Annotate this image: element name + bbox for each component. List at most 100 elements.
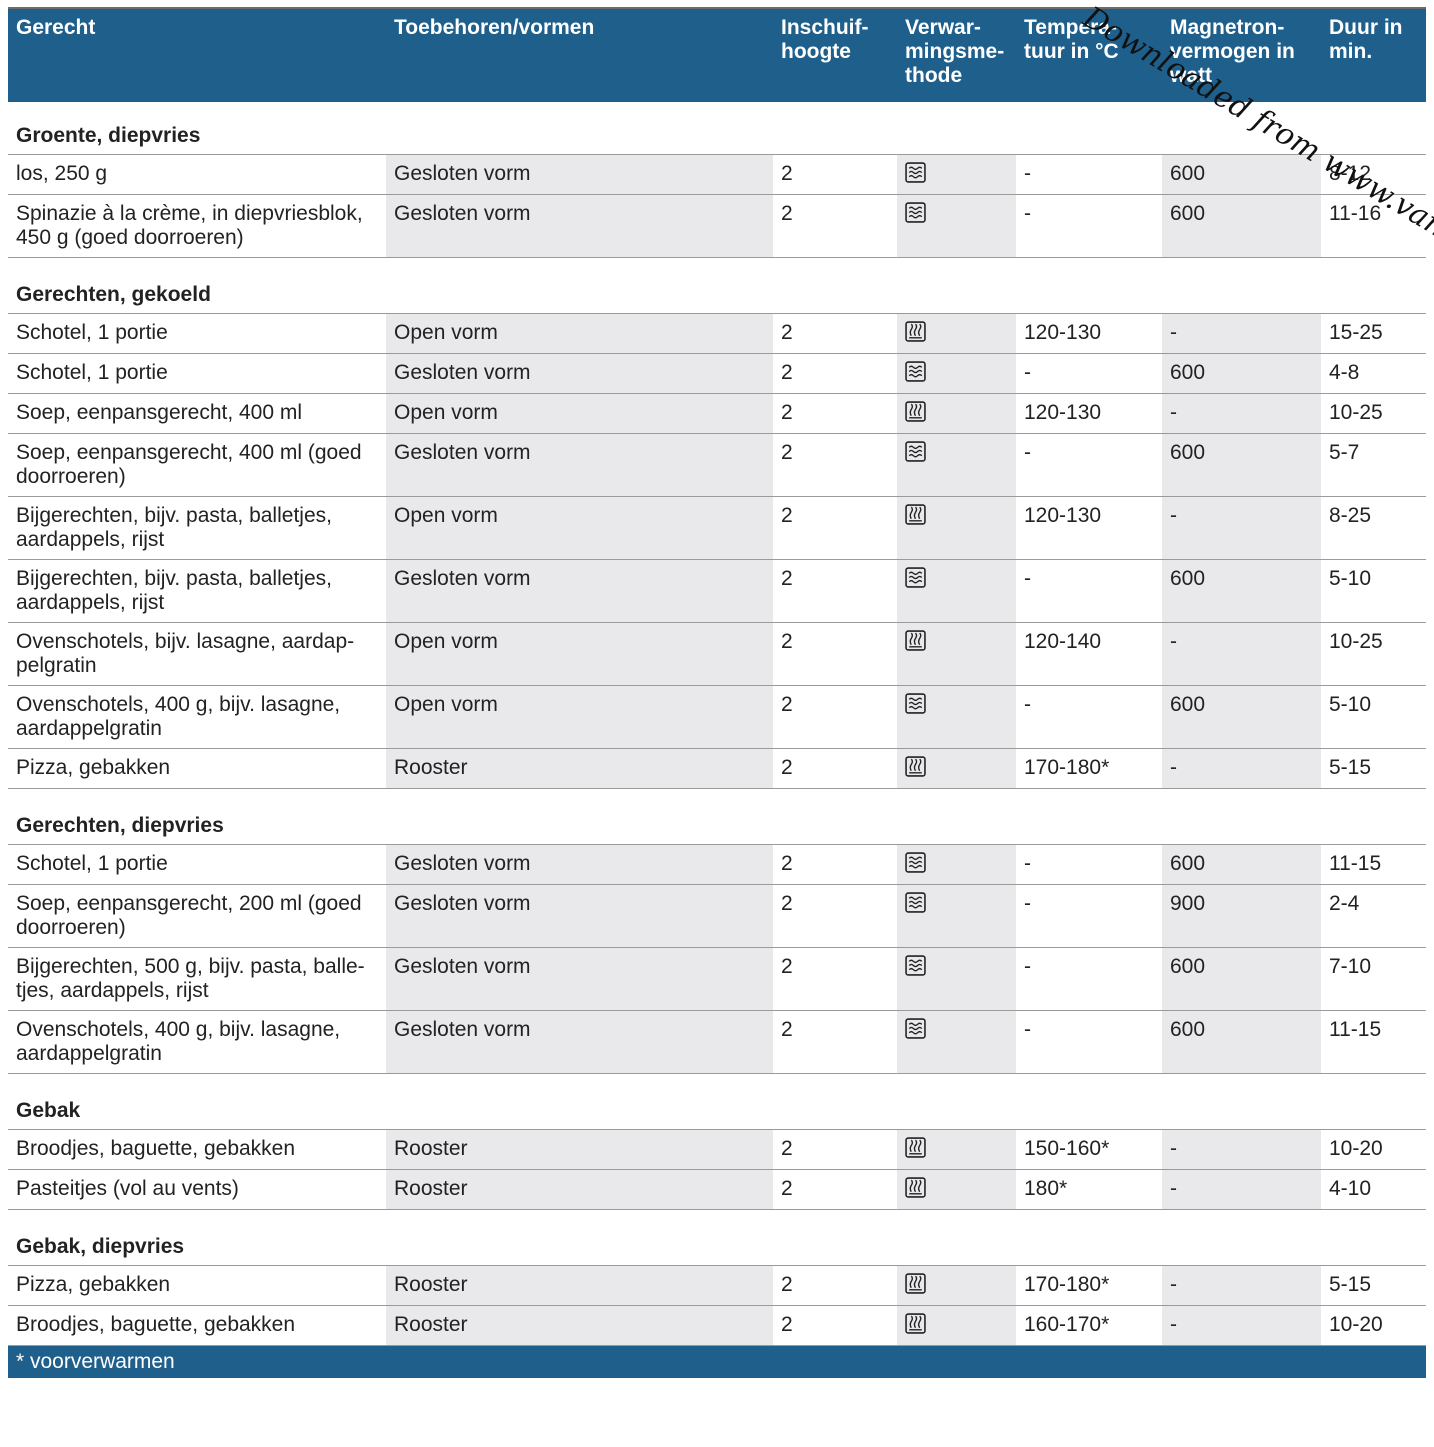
- cell-accessories: Gesloten vorm: [386, 559, 773, 623]
- section-header-row: Groente, diepvries: [8, 102, 1426, 155]
- table-row: Broodjes, baguette, gebakken Rooster 2 150-…: [8, 1129, 1426, 1170]
- cell-method: [897, 194, 1016, 258]
- cell-level: 2: [773, 748, 897, 789]
- cell-duration: 10-25: [1321, 622, 1426, 686]
- cell-temperature: 120-140: [1016, 622, 1162, 686]
- cell-dish: Pizza, gebakken: [8, 1265, 386, 1306]
- cell-power: 600: [1162, 194, 1321, 258]
- cell-level: 2: [773, 559, 897, 623]
- cell-duration: 5-15: [1321, 1265, 1426, 1306]
- cell-level: 2: [773, 685, 897, 749]
- cell-method: [897, 313, 1016, 354]
- table-row: Spinazie à la crème, in diepvriesblok, 4…: [8, 194, 1426, 258]
- cell-temperature: -: [1016, 685, 1162, 749]
- table-row: Pasteitjes (vol au vents) Rooster 2 180* -4-…: [8, 1169, 1426, 1210]
- cell-dish: Schotel, 1 portie: [8, 313, 386, 354]
- table-header-row: Gerecht Toebehoren/vormen Inschuif-hoogt…: [8, 8, 1426, 102]
- table-row: Pizza, gebakken Rooster 2 170-180* -5-15: [8, 748, 1426, 789]
- cell-accessories: Gesloten vorm: [386, 1010, 773, 1074]
- cell-accessories: Gesloten vorm: [386, 844, 773, 885]
- cell-level: 2: [773, 947, 897, 1011]
- cell-power: 600: [1162, 844, 1321, 885]
- cell-dish: Soep, eenpansgerecht, 400 ml: [8, 393, 386, 434]
- cell-temperature: 160-170*: [1016, 1305, 1162, 1346]
- hot-air-steam-icon: [905, 630, 926, 654]
- cell-accessories: Rooster: [386, 1129, 773, 1170]
- cell-power: -: [1162, 496, 1321, 560]
- header-level: Inschuif-hoogte: [773, 8, 897, 102]
- microwave-waves-icon: [905, 162, 926, 186]
- table-row: Bijgerechten, bijv. pasta, balletjes, aa…: [8, 559, 1426, 623]
- cell-dish: Broodjes, baguette, gebakken: [8, 1305, 386, 1346]
- table-row: Pizza, gebakken Rooster 2 170-180* -5-15: [8, 1265, 1426, 1306]
- cell-temperature: 150-160*: [1016, 1129, 1162, 1170]
- cell-level: 2: [773, 393, 897, 434]
- header-accessories: Toebehoren/vormen: [386, 8, 773, 102]
- cell-dish: Bijgerechten, bijv. pasta, balletjes, aa…: [8, 496, 386, 560]
- table-row: Schotel, 1 portie Open vorm 2 120-130-15-25: [8, 313, 1426, 354]
- cell-duration: 4-10: [1321, 1169, 1426, 1210]
- section-title: Groente, diepvries: [8, 102, 1426, 155]
- cell-power: -: [1162, 1265, 1321, 1306]
- cell-dish: Bijgerechten, 500 g, bijv. pasta, balle-…: [8, 947, 386, 1011]
- table-row: Bijgerechten, bijv. pasta, balletjes, aa…: [8, 496, 1426, 560]
- footnote-row: * voorverwarmen: [8, 1345, 1426, 1378]
- cell-power: -: [1162, 313, 1321, 354]
- hot-air-steam-icon: [905, 1137, 926, 1161]
- cell-method: [897, 433, 1016, 497]
- cell-level: 2: [773, 1265, 897, 1306]
- cell-power: -: [1162, 748, 1321, 789]
- table-row: Soep, eenpansgerecht, 400 ml Open vorm 2 12…: [8, 393, 1426, 434]
- table-row: los, 250 g Gesloten vorm 2 -600 8-12: [8, 154, 1426, 195]
- cell-temperature: 180*: [1016, 1169, 1162, 1210]
- cell-dish: Broodjes, baguette, gebakken: [8, 1129, 386, 1170]
- cell-temperature: -: [1016, 1010, 1162, 1074]
- microwave-waves-icon: [905, 202, 926, 226]
- cell-temperature: -: [1016, 194, 1162, 258]
- cell-duration: 10-25: [1321, 393, 1426, 434]
- cell-power: 600: [1162, 353, 1321, 394]
- cell-power: 600: [1162, 1010, 1321, 1074]
- cell-temperature: 120-130: [1016, 496, 1162, 560]
- hot-air-steam-icon: [905, 504, 926, 528]
- cell-duration: 5-15: [1321, 748, 1426, 789]
- cell-dish: Schotel, 1 portie: [8, 353, 386, 394]
- cell-accessories: Open vorm: [386, 622, 773, 686]
- cell-accessories: Gesloten vorm: [386, 353, 773, 394]
- cell-dish: Soep, eenpansgerecht, 200 ml (goed doorr…: [8, 884, 386, 948]
- microwave-waves-icon: [905, 567, 926, 591]
- cell-dish: Schotel, 1 portie: [8, 844, 386, 885]
- table-row: Schotel, 1 portie Gesloten vorm 2 -600 4-8: [8, 353, 1426, 394]
- section-header-row: Gebak: [8, 1073, 1426, 1130]
- cell-accessories: Open vorm: [386, 313, 773, 354]
- table-row: Schotel, 1 portie Gesloten vorm 2 -600 11-15: [8, 844, 1426, 885]
- cell-level: 2: [773, 194, 897, 258]
- cell-power: -: [1162, 1305, 1321, 1346]
- cell-method: [897, 154, 1016, 195]
- table-row: Ovenschotels, 400 g, bijv. lasagne, aard…: [8, 685, 1426, 749]
- cell-temperature: 120-130: [1016, 393, 1162, 434]
- table-row: Broodjes, baguette, gebakken Rooster 2 160-…: [8, 1305, 1426, 1346]
- section-header-row: Gerechten, diepvries: [8, 788, 1426, 845]
- cell-temperature: -: [1016, 947, 1162, 1011]
- cell-temperature: 170-180*: [1016, 748, 1162, 789]
- cell-accessories: Gesloten vorm: [386, 194, 773, 258]
- cell-method: [897, 622, 1016, 686]
- cell-method: [897, 947, 1016, 1011]
- cell-method: [897, 1010, 1016, 1074]
- hot-air-steam-icon: [905, 1273, 926, 1297]
- section-title: Gebak: [8, 1073, 1426, 1130]
- microwave-waves-icon: [905, 852, 926, 876]
- hot-air-steam-icon: [905, 756, 926, 780]
- cell-dish: Ovenschotels, 400 g, bijv. lasagne, aard…: [8, 1010, 386, 1074]
- cell-level: 2: [773, 622, 897, 686]
- footnote: * voorverwarmen: [8, 1345, 1426, 1378]
- cell-accessories: Open vorm: [386, 496, 773, 560]
- hot-air-steam-icon: [905, 1313, 926, 1337]
- cell-duration: 10-20: [1321, 1305, 1426, 1346]
- header-duration: Duur in min.: [1321, 8, 1426, 102]
- cell-level: 2: [773, 313, 897, 354]
- cell-accessories: Rooster: [386, 1305, 773, 1346]
- cell-accessories: Gesloten vorm: [386, 433, 773, 497]
- cell-power: 600: [1162, 433, 1321, 497]
